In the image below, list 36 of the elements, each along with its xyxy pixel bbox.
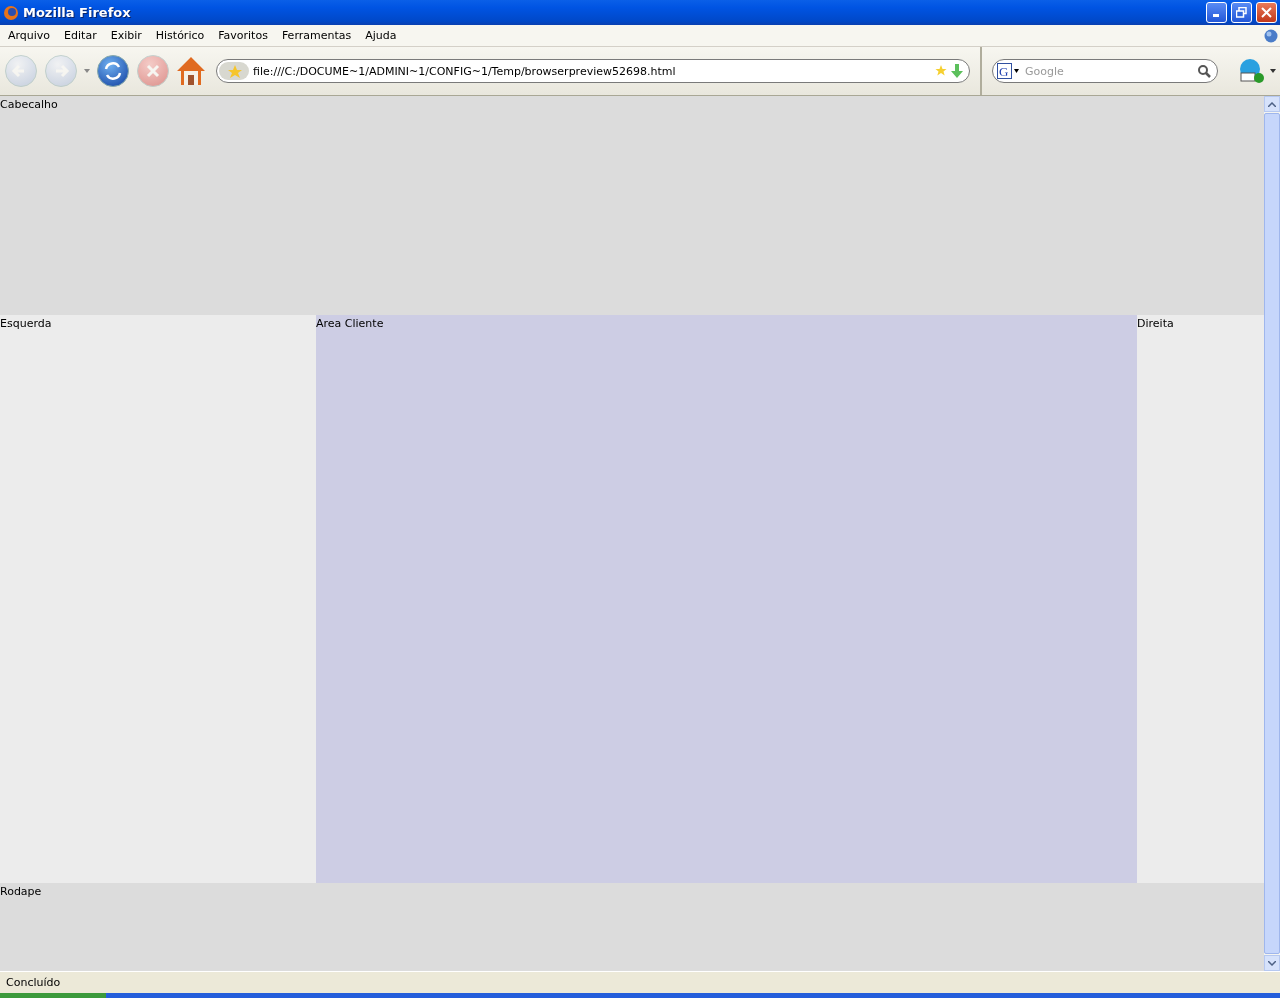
menu-item[interactable]: Editar [58,29,105,42]
search-icon[interactable] [1198,64,1211,78]
globe-icon [1264,28,1278,43]
restore-icon [1236,7,1247,18]
menu-item[interactable]: Ajuda [359,29,405,42]
section-label: Direita [1137,317,1174,330]
section-label: Area Cliente [316,317,384,330]
house-icon [176,55,206,87]
home-button[interactable] [176,55,206,87]
address-bar[interactable]: file:///C:/DOCUME~1/ADMINI~1/CONFIG~1/Temp/browserpreview52698.html [216,59,970,83]
status-text: Concluído [6,976,61,989]
window-title: Mozilla Firefox [23,5,132,20]
close-button[interactable] [1256,2,1277,23]
menu-item[interactable]: Arquivo [2,29,59,42]
search-field[interactable]: G Google [992,59,1218,83]
browser-logo-icon [3,4,19,21]
caret-up-icon [1268,101,1276,107]
section-label: Rodape [0,885,42,898]
close-icon [1261,7,1272,18]
star-icon[interactable] [935,65,947,77]
menu-item[interactable]: Histórico [149,29,213,42]
caret-down-icon [1268,960,1276,966]
stop-icon [136,54,170,88]
minimize-button[interactable] [1206,2,1227,23]
menu-item[interactable]: Favoritos [212,29,276,42]
reload-icon [96,54,130,88]
reload-button[interactable] [96,54,130,88]
url-text: file:///C:/DOCUME~1/ADMINI~1/CONFIG~1/Temp/browserpreview52698.html [253,64,677,78]
dropdown-caret-icon[interactable] [1270,69,1276,73]
section-label: Cabecalho [0,98,58,111]
menu-item[interactable]: Ferramentas [275,29,360,42]
restore-button[interactable] [1231,2,1252,23]
section-label: Esquerda [0,317,52,330]
scroll-down-button[interactable] [1264,955,1280,971]
scroll-up-button[interactable] [1264,96,1280,112]
menu-item[interactable]: Exibir [104,29,150,42]
